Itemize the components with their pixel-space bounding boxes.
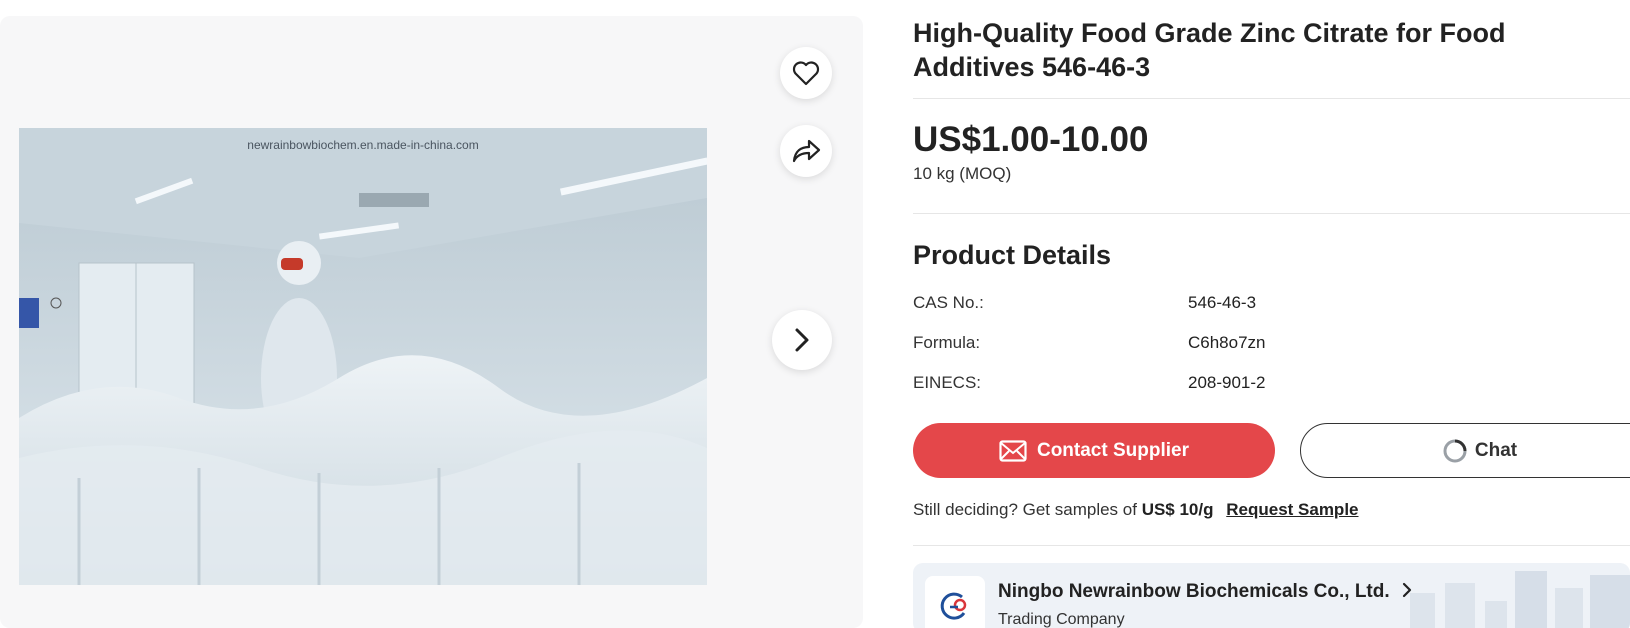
chevron-right-icon [795, 328, 809, 352]
heart-icon [792, 61, 820, 86]
chat-label: Chat [1474, 439, 1518, 461]
next-image-button[interactable] [772, 310, 832, 370]
detail-row-formula: Formula: C6h8o7zn [913, 333, 1513, 357]
divider [913, 213, 1630, 214]
supplier-type: Trading Company [998, 611, 1125, 628]
sample-price: US$ 10/g [1141, 500, 1214, 519]
contact-supplier-label: Contact Supplier [1036, 439, 1189, 461]
chevron-right-icon [1402, 582, 1412, 598]
mail-icon [999, 439, 1027, 462]
detail-value: 208-901-2 [1188, 373, 1266, 392]
product-details-heading: Product Details [913, 240, 1112, 270]
product-price: US$1.00-10.00 [913, 120, 1149, 159]
image-watermark: newrainbowbiochem.en.made-in-china.com [247, 138, 479, 152]
skyline-decoration [1410, 571, 1630, 628]
share-button[interactable] [780, 125, 832, 177]
chat-icon [1443, 439, 1467, 462]
favorite-button[interactable] [780, 47, 832, 99]
product-gallery: newrainbowbiochem.en.made-in-china.com [0, 16, 863, 628]
divider [913, 98, 1630, 99]
detail-label: Formula: [913, 333, 981, 352]
supplier-logo [925, 576, 985, 628]
detail-value: 546-46-3 [1188, 293, 1257, 312]
contact-supplier-button[interactable]: Contact Supplier [913, 423, 1275, 478]
supplier-card[interactable]: Ningbo Newrainbow Biochemicals Co., Ltd.… [913, 563, 1630, 628]
supplier-logo-icon [940, 592, 967, 620]
sample-offer: Still deciding? Get samples of US$ 10/g … [913, 500, 1359, 520]
divider [913, 545, 1630, 546]
sample-prefix: Still deciding? Get samples of [913, 500, 1137, 519]
detail-row-einecs: EINECS: 208-901-2 [913, 373, 1513, 397]
supplier-name-link[interactable]: Ningbo Newrainbow Biochemicals Co., Ltd. [998, 581, 1413, 603]
detail-value: C6h8o7zn [1188, 333, 1266, 352]
detail-label: EINECS: [913, 373, 982, 392]
product-image[interactable]: newrainbowbiochem.en.made-in-china.com [19, 128, 707, 585]
share-icon [792, 139, 821, 163]
supplier-name: Ningbo Newrainbow Biochemicals Co., Ltd. [998, 581, 1390, 602]
moq-text: 10 kg (MOQ) [913, 164, 1012, 183]
detail-row-cas: CAS No.: 546-46-3 [913, 293, 1513, 317]
product-title: High-Quality Food Grade Zinc Citrate for… [913, 18, 1506, 82]
request-sample-link[interactable]: Request Sample [1226, 500, 1358, 519]
chat-button[interactable]: Chat [1300, 423, 1630, 478]
detail-label: CAS No.: [913, 293, 984, 312]
